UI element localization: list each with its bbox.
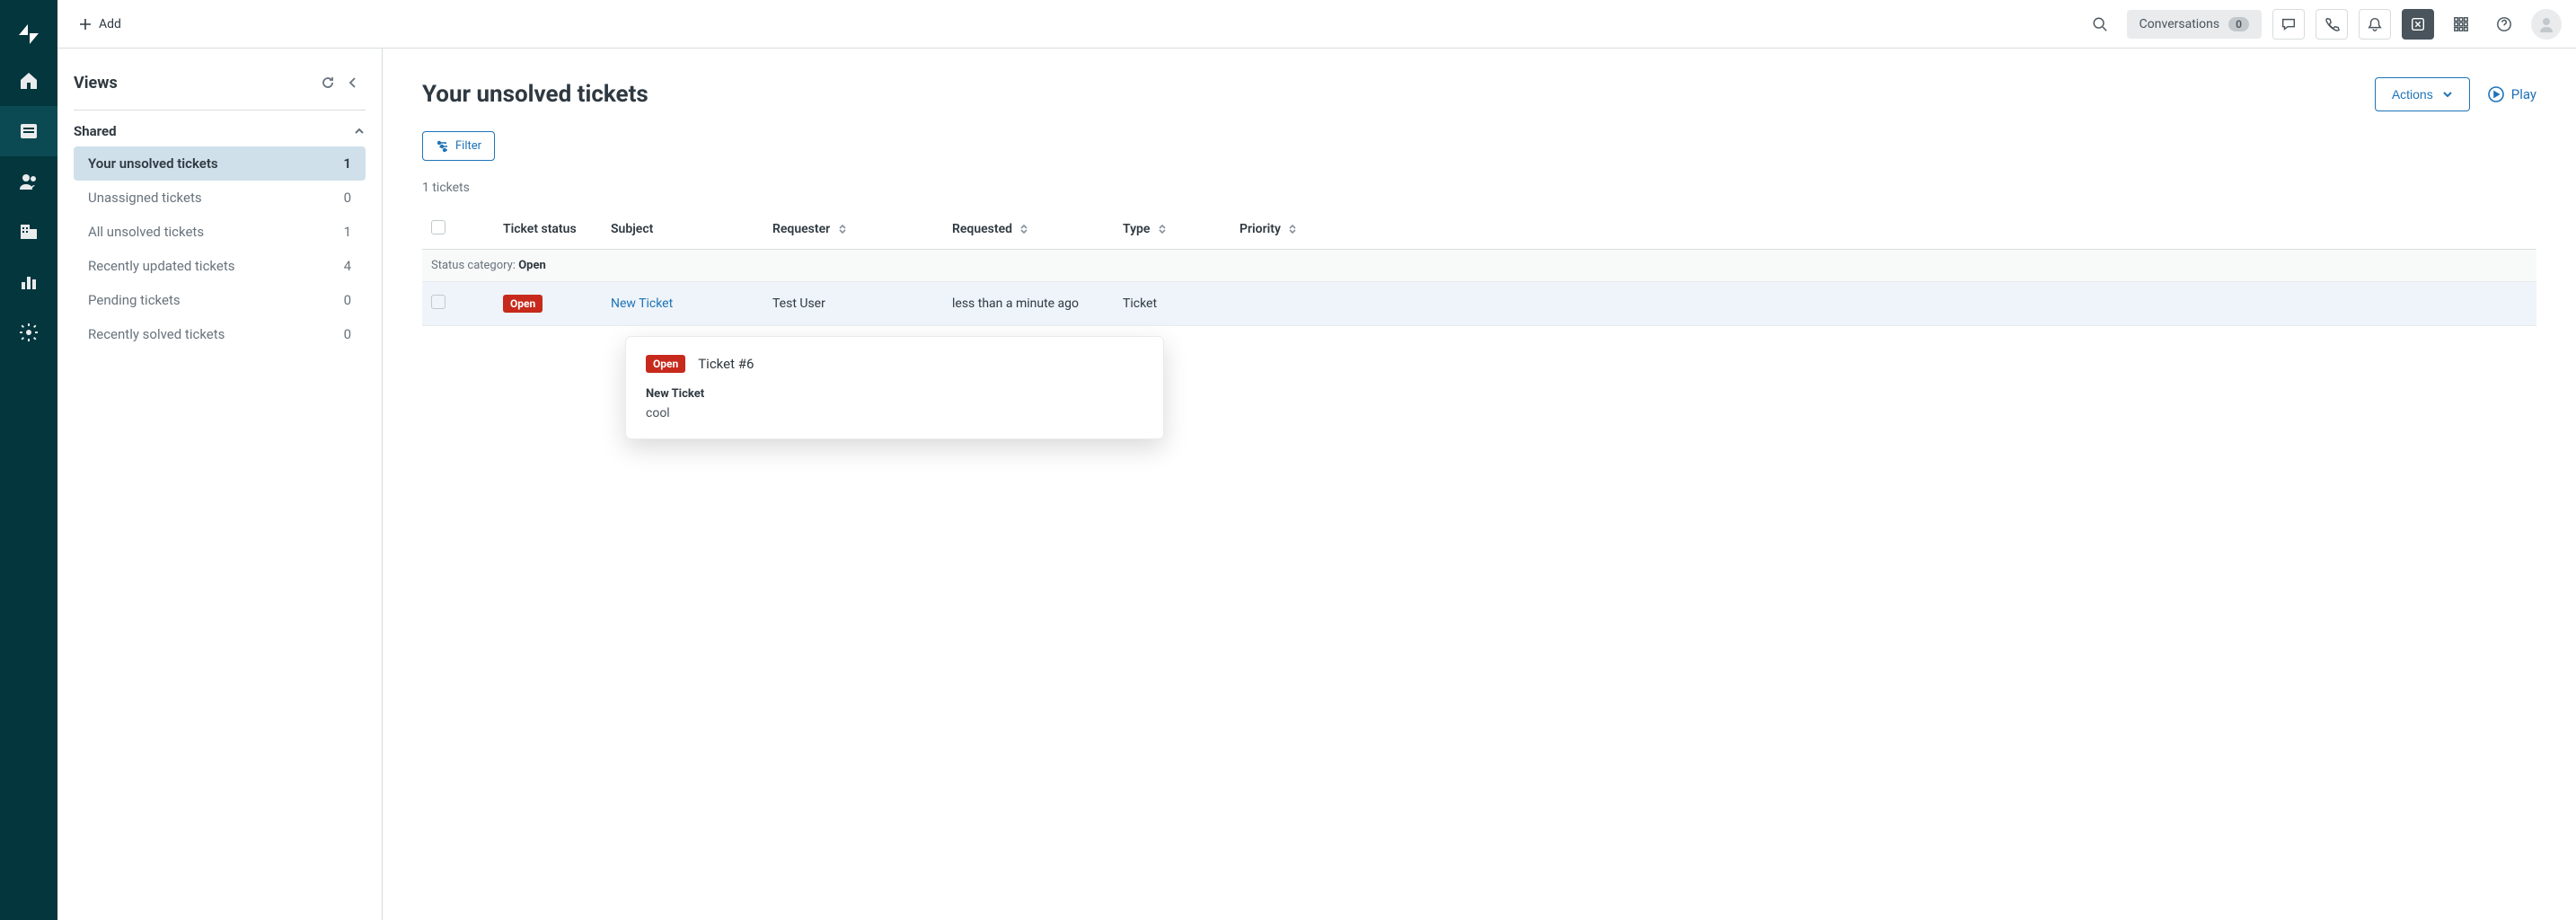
nav-views[interactable] bbox=[0, 106, 57, 156]
col-type[interactable]: Type bbox=[1114, 209, 1231, 250]
add-button-label: Add bbox=[99, 17, 121, 31]
play-button-label: Play bbox=[2511, 86, 2536, 102]
ticket-count: 1 tickets bbox=[422, 181, 2536, 195]
row-requester: Test User bbox=[763, 282, 943, 326]
nav-reporting[interactable] bbox=[0, 257, 57, 307]
views-title: Views bbox=[74, 74, 118, 93]
view-item-label: All unsolved tickets bbox=[88, 224, 204, 240]
main-header: Your unsolved tickets Actions Play bbox=[422, 77, 2536, 111]
view-item-label: Your unsolved tickets bbox=[88, 155, 218, 172]
conversations-label: Conversations bbox=[2139, 17, 2219, 31]
view-item-count: 1 bbox=[344, 224, 351, 240]
view-item-label: Pending tickets bbox=[88, 292, 181, 308]
views-panel: Views Shared Your unsolved tickets 1 Unass… bbox=[57, 49, 383, 920]
ticket-preview-tooltip: Open Ticket #6 New Ticket cool bbox=[625, 336, 1164, 439]
shared-section-header[interactable]: Shared bbox=[74, 111, 366, 146]
tooltip-status-pill: Open bbox=[646, 355, 685, 373]
conversations-count: 0 bbox=[2228, 17, 2249, 31]
row-priority bbox=[1231, 282, 2536, 326]
group-value: Open bbox=[518, 259, 546, 272]
chat-icon[interactable] bbox=[2272, 9, 2305, 40]
collapse-icon[interactable] bbox=[340, 70, 366, 95]
view-item-label: Recently solved tickets bbox=[88, 326, 225, 342]
col-priority[interactable]: Priority bbox=[1231, 209, 2536, 250]
select-all-checkbox[interactable] bbox=[431, 220, 446, 234]
actions-button-label: Actions bbox=[2392, 87, 2433, 102]
views-header: Views bbox=[74, 70, 366, 111]
user-avatar[interactable] bbox=[2531, 9, 2562, 40]
phone-icon[interactable] bbox=[2316, 9, 2348, 40]
view-item-count: 1 bbox=[343, 155, 351, 172]
nav-home[interactable] bbox=[0, 56, 57, 106]
view-item[interactable]: Recently solved tickets 0 bbox=[74, 317, 366, 351]
nav-admin[interactable] bbox=[0, 307, 57, 358]
help-icon[interactable] bbox=[2488, 9, 2520, 40]
col-status[interactable]: Ticket status bbox=[494, 209, 602, 250]
tooltip-title: Ticket #6 bbox=[698, 356, 754, 372]
shared-section-label: Shared bbox=[74, 123, 117, 139]
row-status-pill: Open bbox=[503, 295, 543, 313]
tooltip-body: cool bbox=[646, 406, 1143, 420]
tooltip-subject: New Ticket bbox=[646, 387, 1143, 401]
view-item[interactable]: Recently updated tickets 4 bbox=[74, 249, 366, 283]
nav-customers[interactable] bbox=[0, 156, 57, 207]
filter-button-label: Filter bbox=[455, 139, 481, 153]
view-item-label: Unassigned tickets bbox=[88, 190, 202, 206]
view-item[interactable]: Unassigned tickets 0 bbox=[74, 181, 366, 215]
row-checkbox[interactable] bbox=[431, 295, 446, 309]
view-item[interactable]: All unsolved tickets 1 bbox=[74, 215, 366, 249]
topbar: Add Conversations 0 bbox=[57, 0, 2576, 49]
view-item[interactable]: Pending tickets 0 bbox=[74, 283, 366, 317]
nav-organizations[interactable] bbox=[0, 207, 57, 257]
nav-rail bbox=[0, 0, 57, 920]
row-type: Ticket bbox=[1114, 282, 1231, 326]
add-button[interactable]: Add bbox=[72, 12, 128, 37]
group-prefix: Status category: bbox=[431, 259, 518, 272]
view-item-count: 0 bbox=[344, 326, 351, 342]
actions-button[interactable]: Actions bbox=[2375, 77, 2470, 111]
view-item[interactable]: Your unsolved tickets 1 bbox=[74, 146, 366, 181]
ticket-table: Ticket status Subject Requester Requeste… bbox=[422, 209, 2536, 326]
product-switcher-icon[interactable] bbox=[2445, 9, 2477, 40]
group-row: Status category: Open bbox=[422, 250, 2536, 282]
row-requested: less than a minute ago bbox=[943, 282, 1114, 326]
notifications-icon[interactable] bbox=[2359, 9, 2391, 40]
apps-close-icon[interactable] bbox=[2402, 9, 2434, 40]
main-content: Your unsolved tickets Actions Play Filte… bbox=[383, 49, 2576, 920]
view-list: Your unsolved tickets 1 Unassigned tickets… bbox=[74, 146, 366, 351]
filter-button[interactable]: Filter bbox=[422, 131, 495, 161]
view-item-count: 0 bbox=[344, 190, 351, 206]
col-requested[interactable]: Requested bbox=[943, 209, 1114, 250]
brand-logo[interactable] bbox=[0, 13, 57, 56]
search-button[interactable] bbox=[2084, 9, 2116, 40]
page-title: Your unsolved tickets bbox=[422, 81, 648, 108]
view-item-count: 4 bbox=[344, 258, 351, 274]
conversations-button[interactable]: Conversations 0 bbox=[2127, 10, 2262, 39]
col-subject[interactable]: Subject bbox=[602, 209, 763, 250]
play-button[interactable]: Play bbox=[2488, 86, 2536, 102]
refresh-icon[interactable] bbox=[315, 70, 340, 95]
view-item-count: 0 bbox=[344, 292, 351, 308]
col-requester[interactable]: Requester bbox=[763, 209, 943, 250]
row-subject-link[interactable]: New Ticket bbox=[611, 296, 673, 311]
table-row[interactable]: Open New Ticket Test Userless than a minut… bbox=[422, 282, 2536, 326]
view-item-label: Recently updated tickets bbox=[88, 258, 234, 274]
